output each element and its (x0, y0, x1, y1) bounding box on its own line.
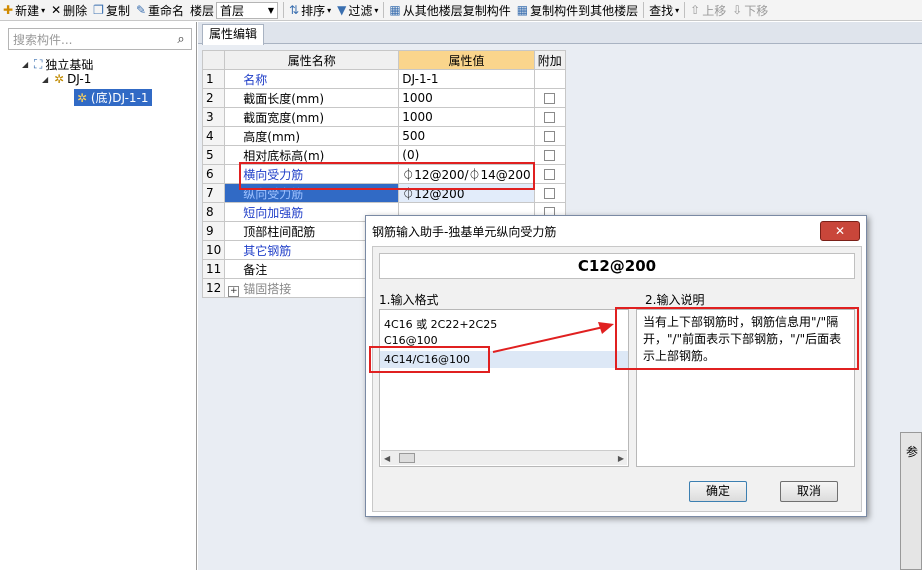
rename-icon: ✎ (135, 3, 147, 17)
gear-icon: ✲ (77, 91, 88, 105)
description-label: 2.输入说明 (645, 293, 705, 307)
close-button[interactable]: ✕ (820, 221, 860, 241)
floor-selector: 楼层 首层 ▼ (187, 0, 281, 20)
format-label: 1.输入格式 (379, 293, 439, 307)
toolbar-separator (643, 2, 645, 18)
toolbar-separator (283, 2, 285, 18)
dialog-titlebar: 钢筋输入助手-独基单元纵向受力筋 ✕ (366, 216, 866, 246)
gear-icon: ✲ (54, 72, 65, 86)
extra-checkbox[interactable] (544, 112, 556, 123)
table-row[interactable]: 1 名称 DJ-1-1 (201, 69, 566, 89)
sort-icon: ⇅ (289, 3, 300, 17)
tree-node-dj1[interactable]: ◢ ✲ DJ-1 (42, 72, 91, 86)
scroll-left-icon[interactable]: ◀ (381, 454, 390, 463)
cancel-button[interactable]: 取消 (780, 481, 838, 502)
component-tree-panel: 搜索构件... ⌕ ◢ ⛶ 独立基础 ◢ ✲ DJ-1 ✲ (底)DJ-1-1 (0, 22, 197, 570)
copy-to-floor-button[interactable]: ▦ 复制构件到其他楼层 (514, 0, 641, 20)
table-row[interactable]: 2 截面长度(mm) 1000 (201, 88, 566, 108)
header-extra: 附加 (533, 50, 566, 70)
annotation-box-format (369, 346, 490, 373)
header-value: 属性值 (398, 50, 535, 70)
delete-button[interactable]: ✕ 删除 (48, 0, 90, 20)
tab-property-edit[interactable]: 属性编辑 (202, 24, 265, 45)
dropdown-arrow-icon: ▾ (327, 5, 332, 15)
dialog-body: C12@200 1.输入格式 2.输入说明 4C16 或 2C22+2C25 C… (372, 246, 862, 512)
tree-node-root[interactable]: ◢ ⛶ 独立基础 (22, 56, 93, 73)
copy-to-floor-icon: ▦ (516, 3, 529, 17)
toolbar-separator (383, 2, 385, 18)
search-box[interactable]: 搜索构件... ⌕ (8, 28, 192, 50)
dialog-title: 钢筋输入助手-独基单元纵向受力筋 (372, 224, 557, 239)
search-icon[interactable]: ⌕ (171, 32, 191, 47)
copy-from-floor-button[interactable]: ▦ 从其他楼层复制构件 (386, 0, 513, 20)
extra-checkbox[interactable] (544, 169, 556, 180)
new-icon: ✚ (3, 3, 14, 17)
expand-icon[interactable]: + (228, 285, 240, 297)
dropdown-arrow-icon: ▾ (374, 5, 379, 15)
rename-button[interactable]: ✎ 重命名 (133, 0, 187, 20)
annotation-arrow-icon (492, 322, 614, 353)
scroll-right-icon[interactable]: ▶ (618, 454, 627, 463)
search-input[interactable]: 搜索构件... (9, 31, 171, 48)
find-button[interactable]: 查找 ▾ (646, 0, 682, 20)
filter-button[interactable]: ▼ 过滤 ▾ (334, 0, 381, 20)
tab-bar: 属性编辑 (198, 22, 922, 45)
ok-button[interactable]: 确定 (689, 481, 747, 502)
extra-checkbox[interactable] (544, 131, 556, 142)
horizontal-scrollbar[interactable]: ◀ ▶ (381, 450, 627, 465)
collapse-icon[interactable]: ◢ (42, 75, 51, 84)
header-name: 属性名称 (224, 50, 400, 70)
table-row[interactable]: 4 高度(mm) 500 (201, 126, 566, 146)
foundation-icon: ⛶ (34, 57, 43, 71)
delete-icon: ✕ (51, 3, 62, 17)
chevron-down-icon: ▼ (267, 5, 275, 15)
floor-dropdown[interactable]: 首层 ▼ (216, 1, 279, 19)
filter-icon: ▼ (337, 3, 347, 17)
side-panel[interactable]: 参 (900, 432, 922, 570)
main-toolbar: ✚ 新建 ▾ ✕ 删除 ❐ 复制 ✎ 重命名 楼层 首层 ▼ ⇅ 排序 ▾ ▼ 过滤 ▾ ▦ 从其他楼… (0, 0, 922, 21)
arrow-up-icon: ⇧ (690, 3, 701, 17)
rebar-value-field[interactable]: C12@200 (379, 253, 855, 279)
annotation-box-row6 (239, 162, 535, 190)
toolbar-separator (684, 2, 686, 18)
table-header: 属性名称 属性值 附加 (201, 50, 566, 70)
dropdown-arrow-icon: ▾ (675, 5, 680, 15)
tree-node-dj1-1[interactable]: ✲ (底)DJ-1-1 (74, 89, 152, 106)
arrow-down-icon: ⇩ (732, 3, 743, 17)
extra-checkbox[interactable] (544, 150, 556, 161)
copy-from-floor-icon: ▦ (389, 3, 401, 17)
annotation-box-description (615, 307, 859, 370)
move-down-button[interactable]: ⇩ 下移 (729, 0, 771, 20)
sort-button[interactable]: ⇅ 排序 ▾ (286, 0, 334, 20)
new-button[interactable]: ✚ 新建 ▾ (0, 0, 48, 20)
copy-icon: ❐ (93, 3, 104, 17)
move-up-button[interactable]: ⇧ 上移 (687, 0, 729, 20)
collapse-icon[interactable]: ◢ (22, 60, 31, 69)
scroll-thumb[interactable] (399, 453, 415, 463)
dropdown-arrow-icon: ▾ (41, 5, 46, 15)
tree-leaf-label[interactable]: ✲ (底)DJ-1-1 (74, 89, 152, 106)
extra-checkbox[interactable] (544, 188, 556, 199)
extra-checkbox[interactable] (544, 93, 556, 104)
table-row[interactable]: 3 截面宽度(mm) 1000 (201, 107, 566, 127)
list-item[interactable]: 4C16 或 2C22+2C25 (384, 316, 497, 332)
copy-button[interactable]: ❐ 复制 (90, 0, 133, 20)
header-corner (201, 50, 226, 70)
